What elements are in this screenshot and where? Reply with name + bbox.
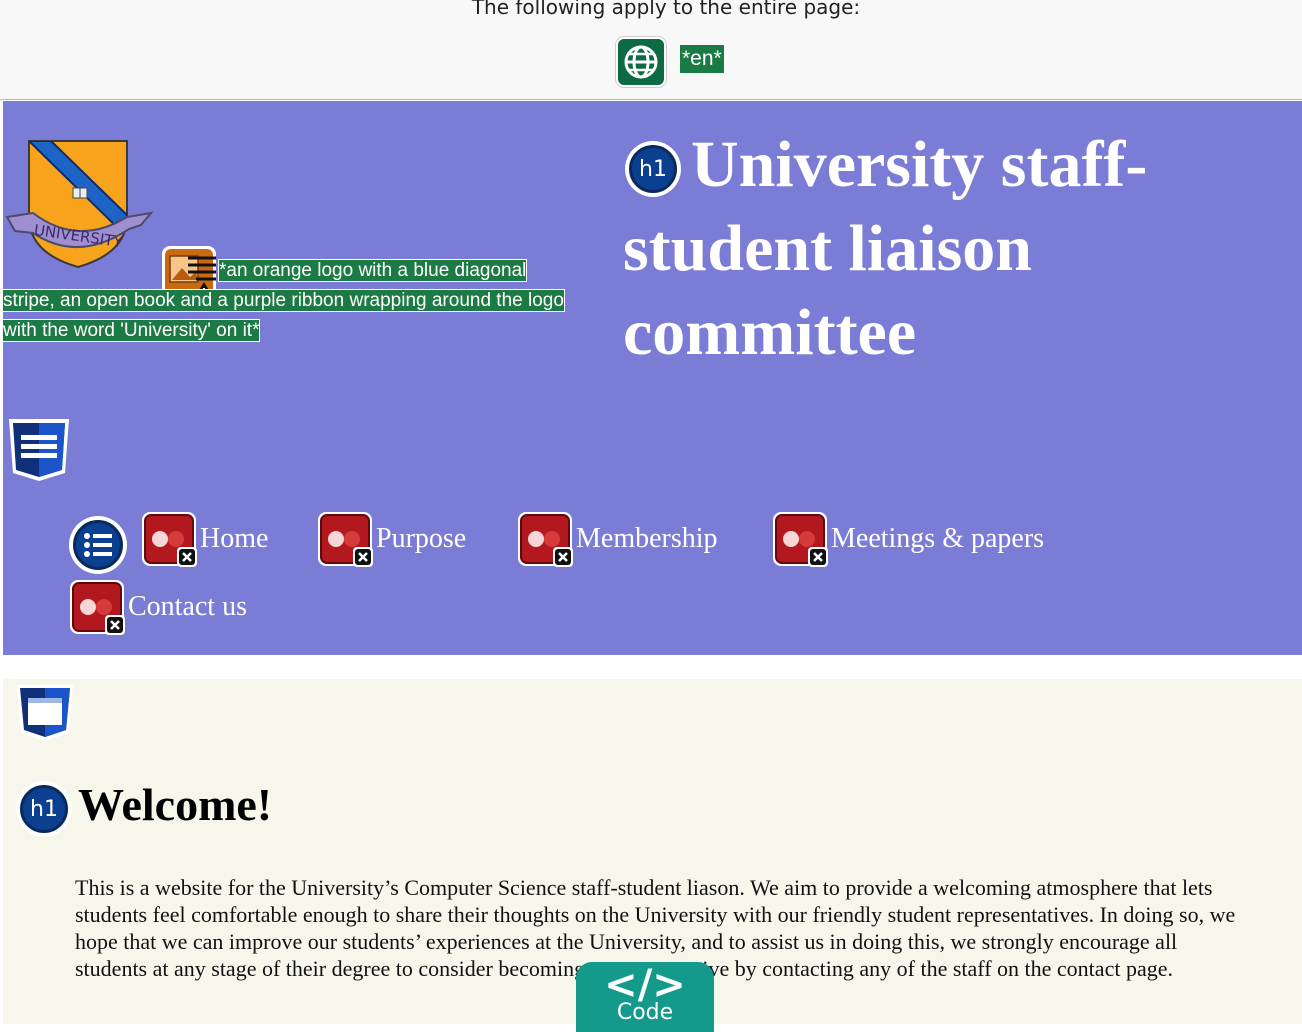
code-view-button[interactable]: </> Code [576,962,714,1032]
page-settings-bar: The following apply to the entire page: … [0,0,1302,100]
h1-icon: h1 [16,781,72,837]
site-header: UNIVERSITY *an orange logo with a blue d… [2,101,1302,655]
site-title: University staff-student liaison committ… [623,128,1148,369]
nav-link-home[interactable]: Home [140,510,268,568]
nav-link-purpose[interactable]: Purpose [316,510,466,568]
nav-link-contact-us[interactable]: Contact us [68,578,247,636]
language-badge: *en* [680,45,724,73]
page-notice: The following apply to the entire page: [471,0,861,19]
nav-label: Meetings & papers [831,523,1045,554]
globe-icon[interactable] [616,37,666,87]
nav-label: Membership [576,523,718,554]
broken-link-icon [771,510,829,568]
navigation-landmark-icon [7,417,71,485]
university-logo: UNIVERSITY [3,133,154,273]
nav-link-meetings-papers[interactable]: Meetings & papers [771,510,1044,568]
broken-link-icon [68,578,126,636]
main-landmark-icon [15,683,75,743]
nav-label: Home [200,523,269,554]
nav-label: Contact us [128,591,247,622]
code-button-label: Code [616,1000,674,1025]
broken-link-icon [140,510,198,568]
broken-link-icon [516,510,574,568]
nav-label: Purpose [376,523,467,554]
list-icon [69,516,127,574]
image-alt-text: *an orange logo with a blue diagonal str… [2,259,565,342]
nav-link-membership[interactable]: Membership [516,510,718,568]
broken-link-icon [316,510,374,568]
page-heading: Welcome! [78,779,273,830]
